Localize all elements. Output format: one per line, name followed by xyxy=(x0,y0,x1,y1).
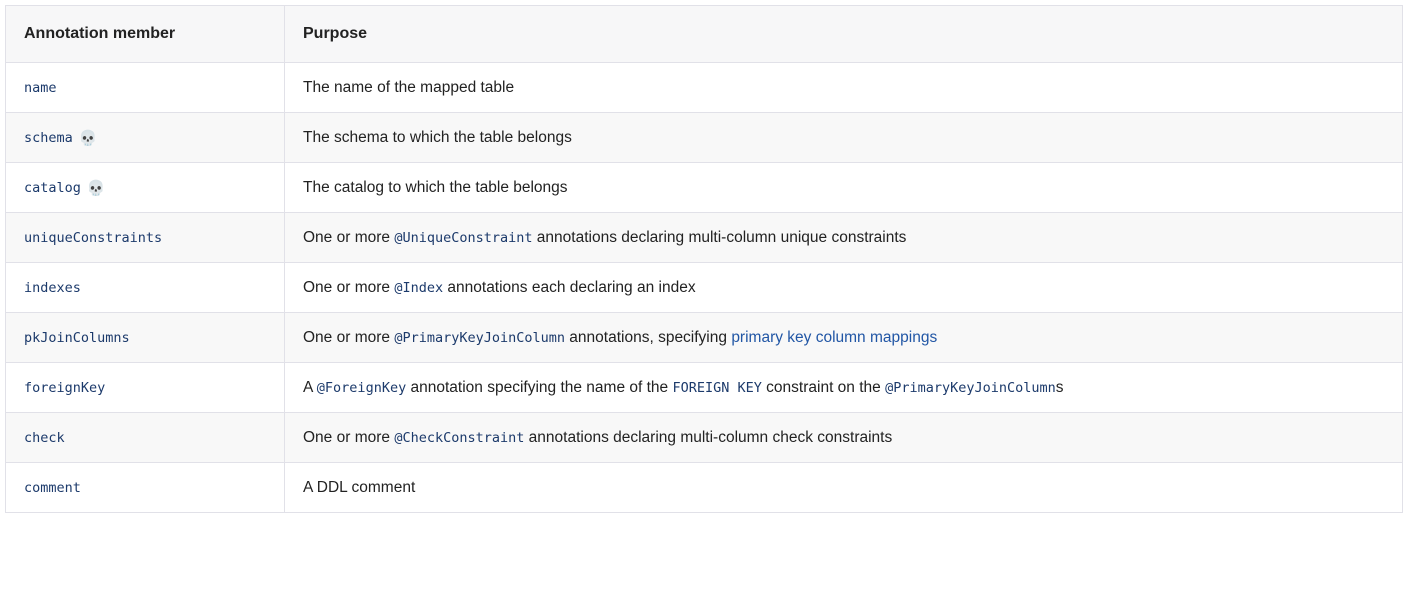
member-cell: schema 💀 xyxy=(5,112,285,163)
table-row: uniqueConstraints One or more @UniqueCons… xyxy=(5,212,1403,263)
purpose-text: A xyxy=(303,378,317,396)
member-name: schema xyxy=(24,129,73,146)
inline-code: @UniqueConstraint xyxy=(394,229,533,246)
member-cell: catalog 💀 xyxy=(5,162,285,213)
purpose-cell: The schema to which the table belongs xyxy=(284,112,1403,163)
member-name: comment xyxy=(24,479,81,496)
purpose-text: s xyxy=(1055,378,1064,396)
purpose-cell: One or more @CheckConstraint annotations… xyxy=(284,412,1403,463)
inline-code: @PrimaryKeyJoinColumn xyxy=(885,379,1056,396)
purpose-text: annotation specifying the name of the xyxy=(406,378,673,396)
member-cell: pkJoinColumns xyxy=(5,312,285,363)
member-cell: name xyxy=(5,62,285,113)
member-name: indexes xyxy=(24,279,81,296)
purpose-cell: The name of the mapped table xyxy=(284,62,1403,113)
table-row: check One or more @CheckConstraint annota… xyxy=(5,412,1403,463)
purpose-text: annotations declaring multi-column check… xyxy=(524,428,893,446)
column-header-annotation-member: Annotation member xyxy=(5,5,285,63)
purpose-cell: A DDL comment xyxy=(284,462,1403,513)
member-name: foreignKey xyxy=(24,379,106,396)
primary-key-mappings-link[interactable]: primary key column mappings xyxy=(731,329,937,346)
member-name: check xyxy=(24,429,65,446)
table-row: pkJoinColumns One or more @PrimaryKeyJoin… xyxy=(5,312,1403,363)
inline-code: FOREIGN KEY xyxy=(672,379,762,396)
purpose-text: One or more xyxy=(303,278,395,296)
column-header-purpose: Purpose xyxy=(284,5,1403,63)
inline-code: @ForeignKey xyxy=(316,379,407,396)
purpose-text: One or more xyxy=(303,428,395,446)
table-row: comment A DDL comment xyxy=(5,462,1403,513)
inline-code: @Index xyxy=(394,279,444,296)
purpose-cell: One or more @PrimaryKeyJoinColumn annota… xyxy=(284,312,1403,363)
purpose-text: A DDL comment xyxy=(303,478,416,496)
table-row: indexes One or more @Index annotations ea… xyxy=(5,262,1403,313)
purpose-text: annotations each declaring an index xyxy=(443,278,696,296)
member-name: uniqueConstraints xyxy=(24,229,163,246)
member-cell: foreignKey xyxy=(5,362,285,413)
table-body: name The name of the mapped table schema 💀 T… xyxy=(5,62,1403,513)
purpose-cell: A @ForeignKey annotation specifying the … xyxy=(284,362,1403,413)
member-cell: comment xyxy=(5,462,285,513)
table-header-row: Annotation member Purpose xyxy=(5,5,1403,63)
purpose-text: The catalog to which the table belongs xyxy=(303,178,568,196)
purpose-text: annotations declaring multi-column uniqu… xyxy=(532,228,907,246)
member-name: pkJoinColumns xyxy=(24,329,130,346)
purpose-text: One or more xyxy=(303,228,395,246)
table-row: schema 💀 The schema to which the table bel… xyxy=(5,112,1403,163)
annotation-members-table-container: Annotation member Purpose name The name o… xyxy=(5,5,1403,513)
table-row: name The name of the mapped table xyxy=(5,62,1403,113)
purpose-text: The name of the mapped table xyxy=(303,78,515,96)
member-cell: uniqueConstraints xyxy=(5,212,285,263)
purpose-cell: The catalog to which the table belongs xyxy=(284,162,1403,213)
member-cell: indexes xyxy=(5,262,285,313)
member-name: name xyxy=(24,79,57,96)
annotation-members-table: Annotation member Purpose name The name o… xyxy=(5,5,1403,513)
purpose-text: annotations, specifying xyxy=(565,328,732,346)
table-row: catalog 💀 The catalog to which the table b… xyxy=(5,162,1403,213)
inline-code: @CheckConstraint xyxy=(394,429,525,446)
member-name: catalog xyxy=(24,179,81,196)
skull-icon: 💀 xyxy=(86,179,106,197)
purpose-text: One or more xyxy=(303,328,395,346)
table-row: foreignKey A @ForeignKey annotation speci… xyxy=(5,362,1403,413)
purpose-text: constraint on the xyxy=(761,378,886,396)
member-cell: check xyxy=(5,412,285,463)
inline-code: @PrimaryKeyJoinColumn xyxy=(394,329,565,346)
skull-icon: 💀 xyxy=(78,129,98,147)
purpose-cell: One or more @UniqueConstraint annotation… xyxy=(284,212,1403,263)
purpose-text: The schema to which the table belongs xyxy=(303,128,572,146)
purpose-cell: One or more @Index annotations each decl… xyxy=(284,262,1403,313)
